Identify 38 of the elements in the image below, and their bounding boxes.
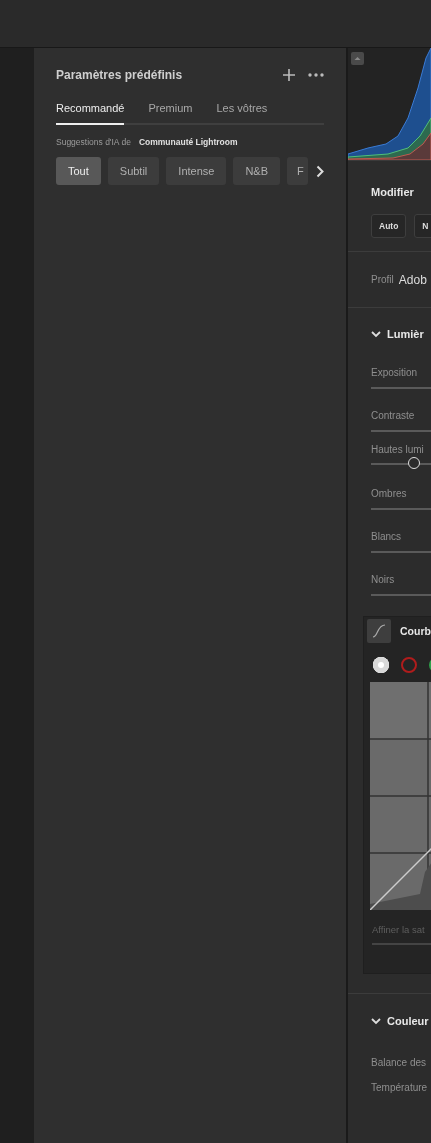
panel-title: Paramètres prédéfinis [56,68,184,82]
setting-label: Balance des [370,1057,428,1068]
preset-tab[interactable]: Recommandé [56,102,125,125]
slider-label: Exposition [371,367,419,378]
setting-label: Température [370,1082,429,1093]
slider-label: Blancs [371,531,402,542]
more-icon[interactable] [308,73,324,77]
slider-label: Hautes lumi [371,444,425,455]
filter-chip[interactable]: Intense [166,157,227,185]
section-title: Courb [400,625,431,637]
suggestion-source[interactable]: Communauté Lightroom [138,137,238,147]
auto-button[interactable]: Auto [371,214,407,238]
filter-chip[interactable]: Tout [56,157,101,185]
filter-chip[interactable]: N&B [233,157,281,185]
add-icon[interactable] [282,68,296,82]
preset-tab[interactable]: Les vôtres [216,102,268,125]
channel-dot[interactable] [373,657,389,673]
section-title[interactable]: Lumièr [387,328,424,340]
slider-label: Contraste [371,410,416,421]
slider-label: Noirs [371,574,396,585]
slider-label: Ombres [371,488,408,499]
channel-dot[interactable] [401,657,417,673]
preset-tab[interactable]: Premium [148,102,193,125]
curve-icon[interactable] [367,619,391,643]
tone-curve-drawing[interactable] [370,682,431,910]
chevron-down-icon[interactable] [371,1017,381,1025]
suggestion-label: Suggestions d'IA de [56,137,131,147]
section-title: Modifier [371,186,415,198]
chevron-down-icon[interactable] [371,330,381,338]
profile-value[interactable]: Adob [398,272,427,287]
filter-chip[interactable]: F [287,157,308,185]
slider-thumb[interactable] [408,457,421,469]
auto-button[interactable]: N [414,214,431,238]
filter-chip[interactable]: Subtil [107,157,160,185]
clipping-toggle-icon[interactable] [351,52,364,65]
profile-label: Profil [371,274,394,285]
chevron-right-icon[interactable] [316,164,324,178]
section-title[interactable]: Couleur [387,1015,429,1027]
